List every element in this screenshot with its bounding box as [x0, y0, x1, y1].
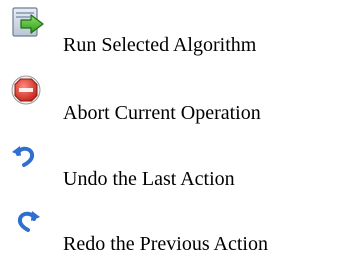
legend-label: Run Selected Algorithm	[63, 34, 257, 56]
redo-arrow-icon[interactable]	[10, 205, 46, 241]
legend-item-undo: Undo the Last Action	[0, 140, 344, 196]
legend-label: Abort Current Operation	[63, 102, 261, 124]
legend-item-abort: Abort Current Operation	[0, 74, 344, 130]
undo-arrow-icon[interactable]	[10, 140, 46, 176]
legend-item-run: Run Selected Algorithm	[0, 6, 344, 62]
toolbar-legend: Run Selected Algorithm Abort Current Ope…	[0, 0, 344, 269]
legend-item-redo: Redo the Previous Action	[0, 205, 344, 261]
run-arrow-icon[interactable]	[10, 6, 46, 42]
legend-label: Undo the Last Action	[63, 168, 235, 190]
stop-sign-icon[interactable]	[10, 74, 46, 110]
legend-label: Redo the Previous Action	[63, 233, 268, 255]
